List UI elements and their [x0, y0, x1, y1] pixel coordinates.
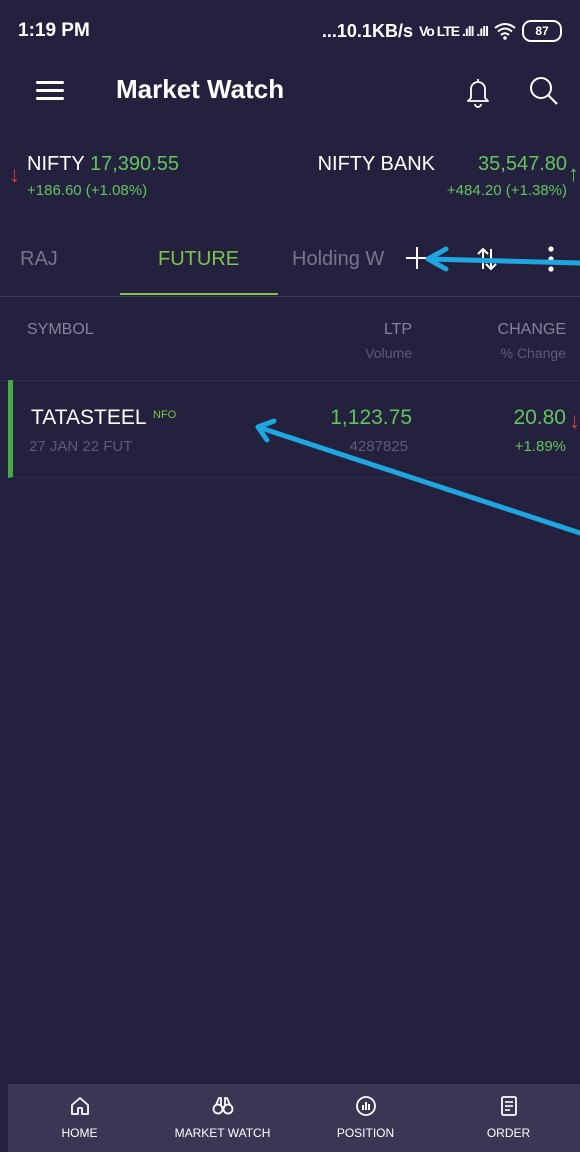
- status-right: ...10.1KB/s Vo LTE .ıll .ıll 87: [322, 20, 562, 42]
- nav-position-label: POSITION: [336, 1126, 395, 1140]
- nav-order-label: ORDER: [486, 1126, 531, 1140]
- nav-order[interactable]: ORDER: [437, 1084, 580, 1152]
- nifty-down-arrow-icon: ↓: [9, 162, 20, 187]
- row-change: 20.80: [513, 406, 566, 429]
- header-change: CHANGE: [497, 321, 566, 338]
- index-ticker: ↓ NIFTY 17,390.55 +186.60 (+1.08%) NIFTY…: [0, 148, 580, 208]
- header-symbol: SYMBOL: [27, 321, 94, 338]
- network-speed: ...10.1KB/s: [321, 20, 413, 41]
- row-pct-change: +1.89%: [514, 438, 566, 455]
- row-ltp: 1,123.75: [330, 406, 412, 429]
- header-ltp: LTP: [383, 321, 412, 338]
- table-row[interactable]: TATASTEEL NFO 27 JAN 22 FUT 1,123.75 428…: [8, 380, 580, 478]
- tab-holding[interactable]: Holding W: [292, 248, 400, 271]
- nav-position[interactable]: POSITION: [294, 1084, 437, 1152]
- bell-icon[interactable]: [463, 76, 493, 108]
- signal-icon: Vo LTE .ıll .ıll: [418, 23, 489, 39]
- nifty-bank-up-arrow-icon: ↑: [568, 161, 579, 186]
- wifi-icon: [494, 23, 516, 40]
- app-screen: 1:19 PM ...10.1KB/s Vo LTE .ıll .ıll 87 …: [0, 0, 580, 1152]
- header-volume: Volume: [365, 345, 412, 361]
- nifty-bank-name[interactable]: NIFTY BANK: [318, 153, 435, 176]
- page-title: Market Watch: [116, 74, 285, 104]
- search-icon[interactable]: [528, 75, 560, 107]
- nav-home[interactable]: HOME: [8, 1084, 151, 1152]
- nifty-change: +186.60 (+1.08%): [27, 182, 148, 199]
- menu-icon[interactable]: [36, 76, 64, 106]
- more-options-icon[interactable]: [546, 245, 556, 273]
- row-down-arrow-icon: ↓: [569, 408, 580, 433]
- add-icon[interactable]: [404, 245, 430, 271]
- nav-market-watch[interactable]: MARKET WATCH: [151, 1084, 294, 1152]
- row-exchange-badge: NFO: [153, 409, 177, 421]
- sort-icon[interactable]: [476, 245, 498, 273]
- home-icon: [70, 1097, 89, 1115]
- row-volume: 4287825: [349, 438, 408, 455]
- tab-future[interactable]: FUTURE: [158, 248, 239, 271]
- watchlist-tabs: RAJ FUTURE Holding W: [0, 228, 580, 297]
- bottom-navigation: HOME MARKET WATCH POSITION ORDER: [8, 1084, 580, 1152]
- battery-icon: 87: [522, 20, 562, 42]
- nifty-value: 17,390.55: [90, 153, 179, 175]
- row-symbol: TATASTEEL: [31, 406, 147, 429]
- column-headers: SYMBOL LTP Volume CHANGE % Change: [0, 296, 580, 381]
- app-bar: Market Watch: [0, 62, 580, 120]
- status-time: 1:19 PM: [18, 20, 90, 41]
- nifty-bank-value: 35,547.80: [478, 153, 567, 175]
- position-icon: [355, 1096, 376, 1116]
- header-pct-change: % Change: [500, 345, 566, 361]
- binoculars-icon: [212, 1097, 233, 1115]
- nav-market-watch-label: MARKET WATCH: [174, 1126, 271, 1140]
- nifty-name[interactable]: NIFTY: [27, 153, 85, 176]
- tab-raj[interactable]: RAJ: [20, 248, 58, 271]
- active-tab-indicator: [120, 293, 278, 295]
- status-bar: 1:19 PM ...10.1KB/s Vo LTE .ıll .ıll 87: [0, 0, 580, 62]
- order-icon: [500, 1096, 517, 1116]
- nifty-bank-change: +484.20 (+1.38%): [446, 182, 567, 199]
- row-expiry: 27 JAN 22 FUT: [29, 438, 133, 455]
- nav-home-label: HOME: [61, 1126, 98, 1140]
